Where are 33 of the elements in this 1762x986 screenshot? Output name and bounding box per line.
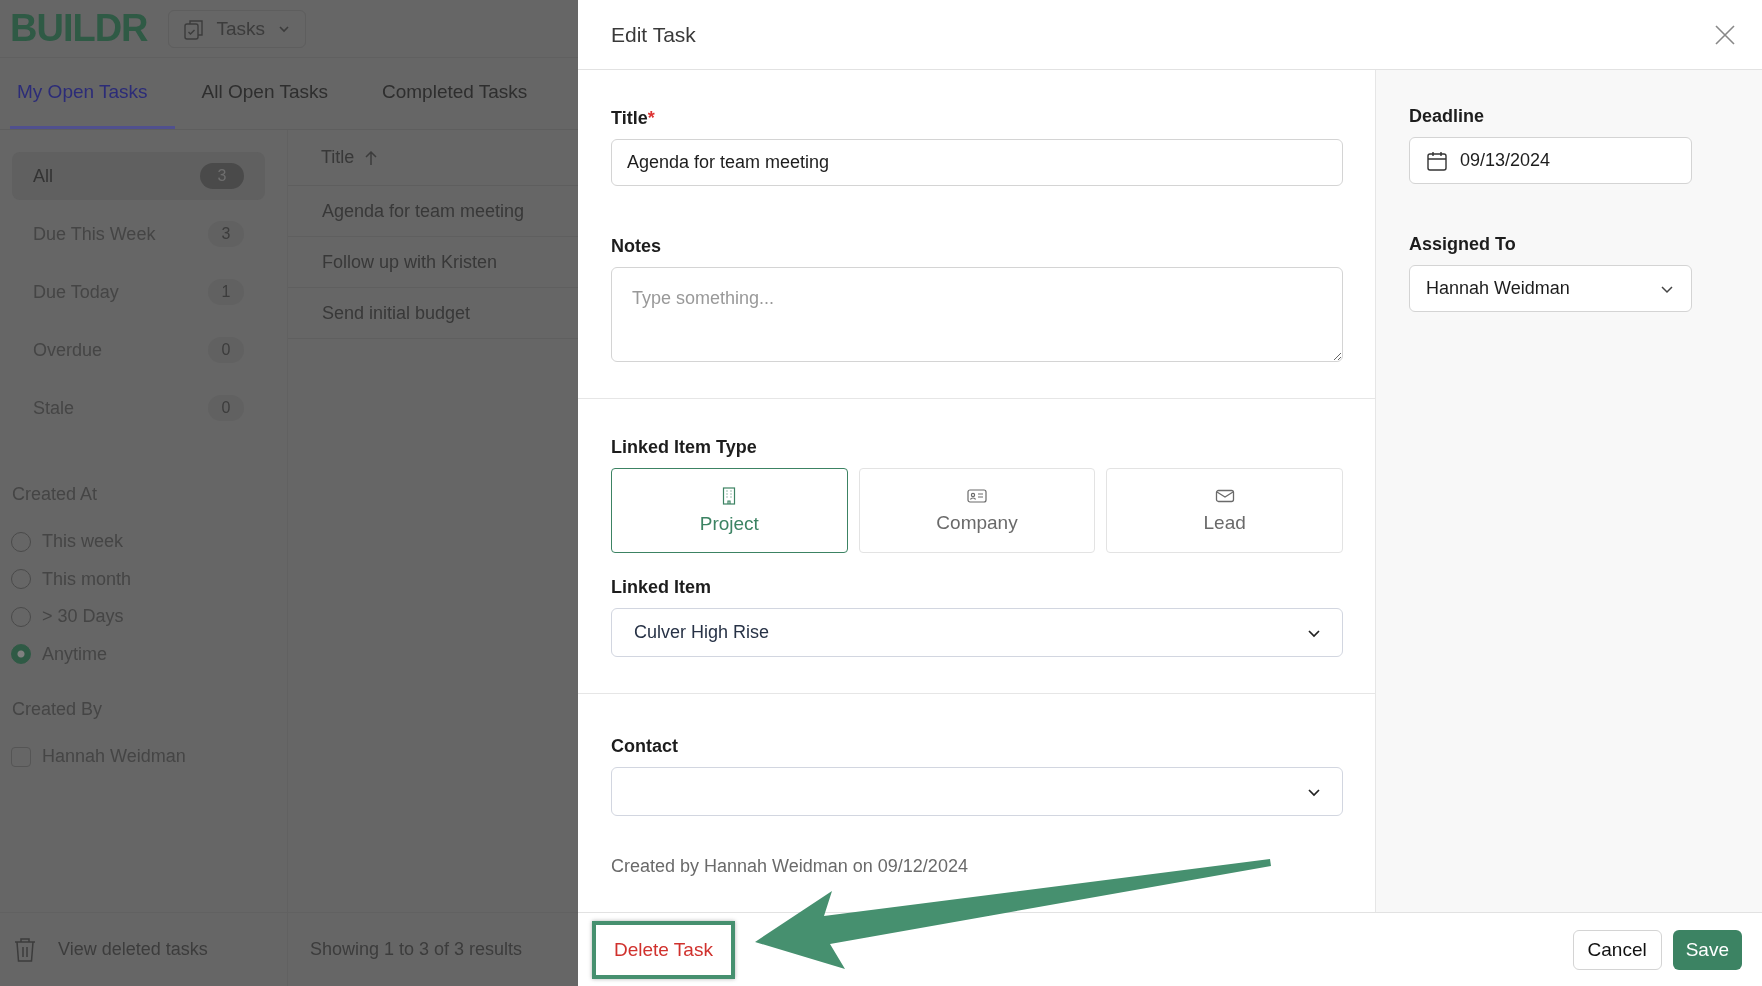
- deadline-field[interactable]: 09/13/2024: [1409, 137, 1692, 184]
- app-logo: BUILDR: [10, 7, 148, 50]
- created-note: Created by Hannah Weidman on 09/12/2024: [611, 856, 969, 877]
- field-label: Linked Item Type: [611, 437, 758, 458]
- envelope-icon: [1214, 487, 1235, 504]
- field-label: Title: [611, 108, 648, 128]
- contact-select[interactable]: [611, 767, 1343, 816]
- field-label: Deadline: [1409, 106, 1486, 127]
- field-label: Contact: [611, 736, 679, 757]
- notes-textarea[interactable]: Type something...: [611, 267, 1343, 362]
- radio-button[interactable]: [11, 644, 31, 665]
- sort-ascending-icon: [364, 149, 379, 166]
- title-input[interactable]: Agenda for team meeting: [611, 139, 1343, 186]
- tab[interactable]: All Open Tasks: [194, 58, 355, 129]
- calendar-icon: [1426, 149, 1448, 172]
- type-option[interactable]: Project: [611, 468, 848, 553]
- field-label: Assigned To: [1409, 234, 1517, 255]
- save-button[interactable]: Save: [1672, 929, 1742, 970]
- field-label: Notes: [611, 236, 662, 257]
- id-card-icon: [967, 487, 987, 504]
- trash-icon: [14, 936, 36, 963]
- type-option[interactable]: Company: [858, 468, 1096, 553]
- type-option[interactable]: Lead: [1106, 468, 1343, 553]
- dialog-title: Edit Task: [611, 22, 696, 47]
- required-mark: *: [647, 108, 655, 128]
- assignee-select[interactable]: Hannah Weidman: [1409, 265, 1692, 312]
- building-icon: [721, 486, 738, 505]
- tab[interactable]: My Open Tasks: [10, 58, 175, 129]
- field-label: Linked Item: [611, 577, 713, 598]
- tab[interactable]: Completed Tasks: [375, 58, 555, 129]
- linked-item-select[interactable]: Culver High Rise: [611, 608, 1343, 657]
- cancel-button[interactable]: Cancel: [1572, 929, 1662, 970]
- close-icon[interactable]: [1714, 23, 1736, 46]
